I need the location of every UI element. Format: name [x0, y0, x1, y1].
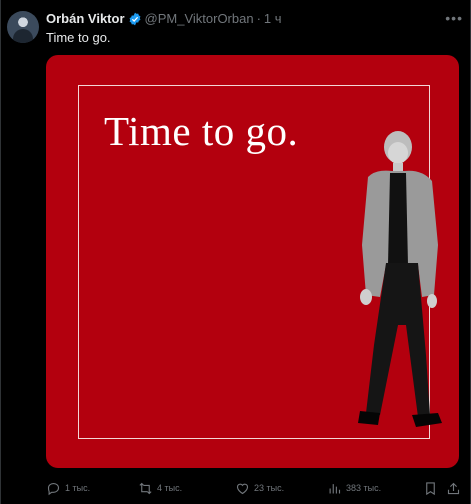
tweet-timestamp[interactable]: 1 ч	[264, 10, 282, 28]
share-button[interactable]	[446, 481, 461, 496]
more-options-icon[interactable]: •••	[445, 10, 463, 26]
retweet-icon	[139, 482, 152, 494]
reply-icon	[47, 482, 60, 495]
reply-button[interactable]: 1 тыс.	[46, 481, 90, 496]
like-count: 23 тыс.	[254, 483, 285, 493]
retweet-count: 4 тыс.	[157, 483, 183, 493]
share-icon	[447, 482, 460, 494]
analytics-icon	[329, 483, 341, 493]
author-name[interactable]: Orbán Viktor	[46, 10, 125, 28]
tweet-header: Orbán Viktor @PM_ViktorOrban · 1 ч	[46, 10, 282, 28]
header-separator: ·	[256, 11, 261, 26]
poster-caption: Time to go.	[104, 108, 299, 154]
bookmark-icon	[426, 481, 435, 495]
timeline-border-left	[0, 0, 1, 504]
walking-woman-photo	[358, 131, 442, 427]
retweet-button[interactable]: 4 тыс.	[138, 481, 182, 496]
view-count: 383 тыс.	[346, 483, 382, 493]
like-button[interactable]: 23 тыс.	[235, 481, 284, 496]
reply-count: 1 тыс.	[65, 483, 91, 493]
views-button[interactable]: 383 тыс.	[327, 481, 381, 496]
tweet-actions-bar: 1 тыс. 4 тыс. 23 тыс. 383 тыс.	[46, 479, 461, 497]
tweet-image[interactable]: Time to go.	[46, 55, 459, 468]
verified-badge-icon	[129, 12, 140, 26]
tweet-text: Time to go.	[46, 30, 111, 45]
author-handle[interactable]: @PM_ViktorOrban	[145, 10, 254, 28]
author-avatar[interactable]	[7, 11, 39, 43]
bookmark-button[interactable]	[423, 481, 438, 496]
heart-icon	[236, 483, 249, 494]
